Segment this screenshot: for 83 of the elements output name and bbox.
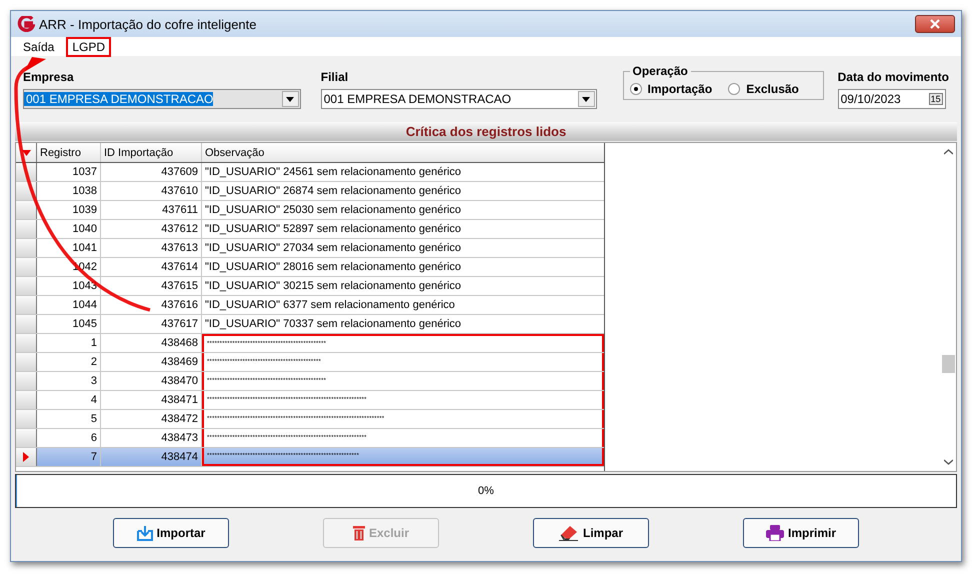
table-cell: 7 (37, 448, 101, 466)
close-icon (930, 19, 940, 29)
radio-button[interactable]: Exclusão (728, 82, 799, 96)
table-row[interactable]: 1045 437617 "ID_USUARIO" 70337 sem relacionamento genérico (16, 315, 604, 334)
window-title: ARR - Importação do cofre inteligente (39, 16, 258, 32)
action-button[interactable]: Importar (113, 518, 229, 548)
action-button[interactable]: Imprimir (743, 518, 859, 548)
table-row[interactable]: 1039 437611 "ID_USUARIO" 25030 sem relacionamento genérico (16, 201, 604, 220)
table-cell: 1041 (37, 239, 101, 257)
table-cell-text: "ID_USUARIO" 70337 sem relacionamento genérico (204, 317, 462, 332)
table-cell: 437610 (101, 182, 202, 200)
table-cell: 437611 (101, 201, 202, 219)
table-cell-text: "ID_USUARIO" 25030 sem relacionamento genérico (204, 203, 462, 218)
table-cell: 3 (37, 372, 101, 390)
download-icon (136, 525, 153, 541)
column-header[interactable]: Registro (37, 143, 101, 162)
action-button[interactable]: Limpar (533, 518, 649, 548)
table-cell: 6 (37, 429, 101, 447)
field-label: Filial (320, 70, 350, 84)
group-label: Operação (632, 64, 689, 78)
table-row[interactable]: 1043 437615 "ID_USUARIO" 30215 sem relacionamento genérico (16, 277, 604, 296)
scroll-thumb[interactable] (942, 355, 955, 373)
table-cell: 1040 (37, 220, 101, 238)
table-cell: 1039 (37, 201, 101, 219)
column-header[interactable]: Observação (202, 143, 604, 162)
close-button[interactable] (915, 15, 955, 33)
field-label: Data do movimento (838, 70, 949, 84)
table-cell: 1044 (37, 296, 101, 314)
table-row[interactable]: 1037 437609 "ID_USUARIO" 24561 sem relacionamento genérico (16, 163, 604, 182)
table-cell: 438469 (101, 353, 202, 371)
column-header[interactable]: ID Importação (101, 143, 202, 162)
table-cell-text: "ID_USUARIO" 28016 sem relacionamento genérico (204, 260, 462, 275)
table-cell: 438472 (101, 410, 202, 428)
field-label: Empresa (23, 70, 75, 84)
table-cell-text: "ID_USUARIO" 24561 sem relacionamento genérico (204, 165, 462, 180)
current-row-icon (23, 452, 29, 462)
dropdown-arrow-icon (286, 96, 294, 102)
table-row[interactable]: 1044 437616 "ID_USUARIO" 6377 sem relacionamento genérico (16, 296, 604, 315)
table-cell-text: "ID_USUARIO" 30215 sem relacionamento genérico (204, 279, 462, 294)
table-cell-text: "ID_USUARIO" 52897 sem relacionamento genérico (204, 222, 462, 237)
table-cell-text: "ID_USUARIO" 26874 sem relacionamento genérico (204, 184, 462, 199)
branch-dropdown[interactable]: 001 EMPRESA DEMONSTRACAO (320, 89, 596, 109)
table-cell: 1045 (37, 315, 101, 333)
progress-text: 0% (478, 485, 494, 497)
table-cell: 437615 (101, 277, 202, 295)
table-cell: 2 (37, 353, 101, 371)
printer-icon (766, 525, 784, 541)
company-dropdown[interactable]: 001 EMPRESA DEMONSTRACAO (23, 89, 301, 109)
table-cell: 437613 (101, 239, 202, 257)
scroll-down-icon (944, 459, 953, 465)
table-cell-text: "ID_USUARIO" 27034 sem relacionamento genérico (204, 241, 462, 256)
table-cell: 1038 (37, 182, 101, 200)
table-cell: 438468 (101, 334, 202, 352)
eraser-icon (558, 525, 579, 541)
table-cell-text: "ID_USUARIO" 6377 sem relacionamento genérico (204, 298, 456, 313)
table-cell: 437609 (101, 163, 202, 181)
date-field[interactable]: 09/10/2023 15 (838, 89, 946, 109)
table-cell: 437614 (101, 258, 202, 276)
table-cell: 5 (37, 410, 101, 428)
table-cell: 438474 (101, 448, 202, 466)
trash-icon (352, 525, 365, 541)
scroll-up-icon (944, 149, 953, 155)
table-cell: 437612 (101, 220, 202, 238)
sort-arrow-icon (22, 150, 30, 156)
logo-icon (17, 16, 35, 32)
table-cell: 437616 (101, 296, 202, 314)
table-cell: 4 (37, 391, 101, 409)
table-cell: 1 (37, 334, 101, 352)
section-title: Crítica dos registros lidos (406, 124, 566, 139)
table-cell: 1043 (37, 277, 101, 295)
dropdown-arrow-icon (582, 96, 590, 102)
table-cell: 438473 (101, 429, 202, 447)
radio-button[interactable]: Importação (630, 82, 712, 96)
table-cell: 438470 (101, 372, 202, 390)
menu-item[interactable]: Saída (17, 36, 60, 56)
table-row[interactable]: 1040 437612 "ID_USUARIO" 52897 sem relacionamento genérico (16, 220, 604, 239)
table-cell: 438471 (101, 391, 202, 409)
table-cell: 437617 (101, 315, 202, 333)
table-cell: 1037 (37, 163, 101, 181)
table-row[interactable]: 1041 437613 "ID_USUARIO" 27034 sem relacionamento genérico (16, 239, 604, 258)
calendar-button[interactable]: 15 (928, 93, 943, 105)
table-row[interactable]: 1038 437610 "ID_USUARIO" 26874 sem relacionamento genérico (16, 182, 604, 201)
menu-item[interactable]: LGPD (66, 36, 112, 56)
